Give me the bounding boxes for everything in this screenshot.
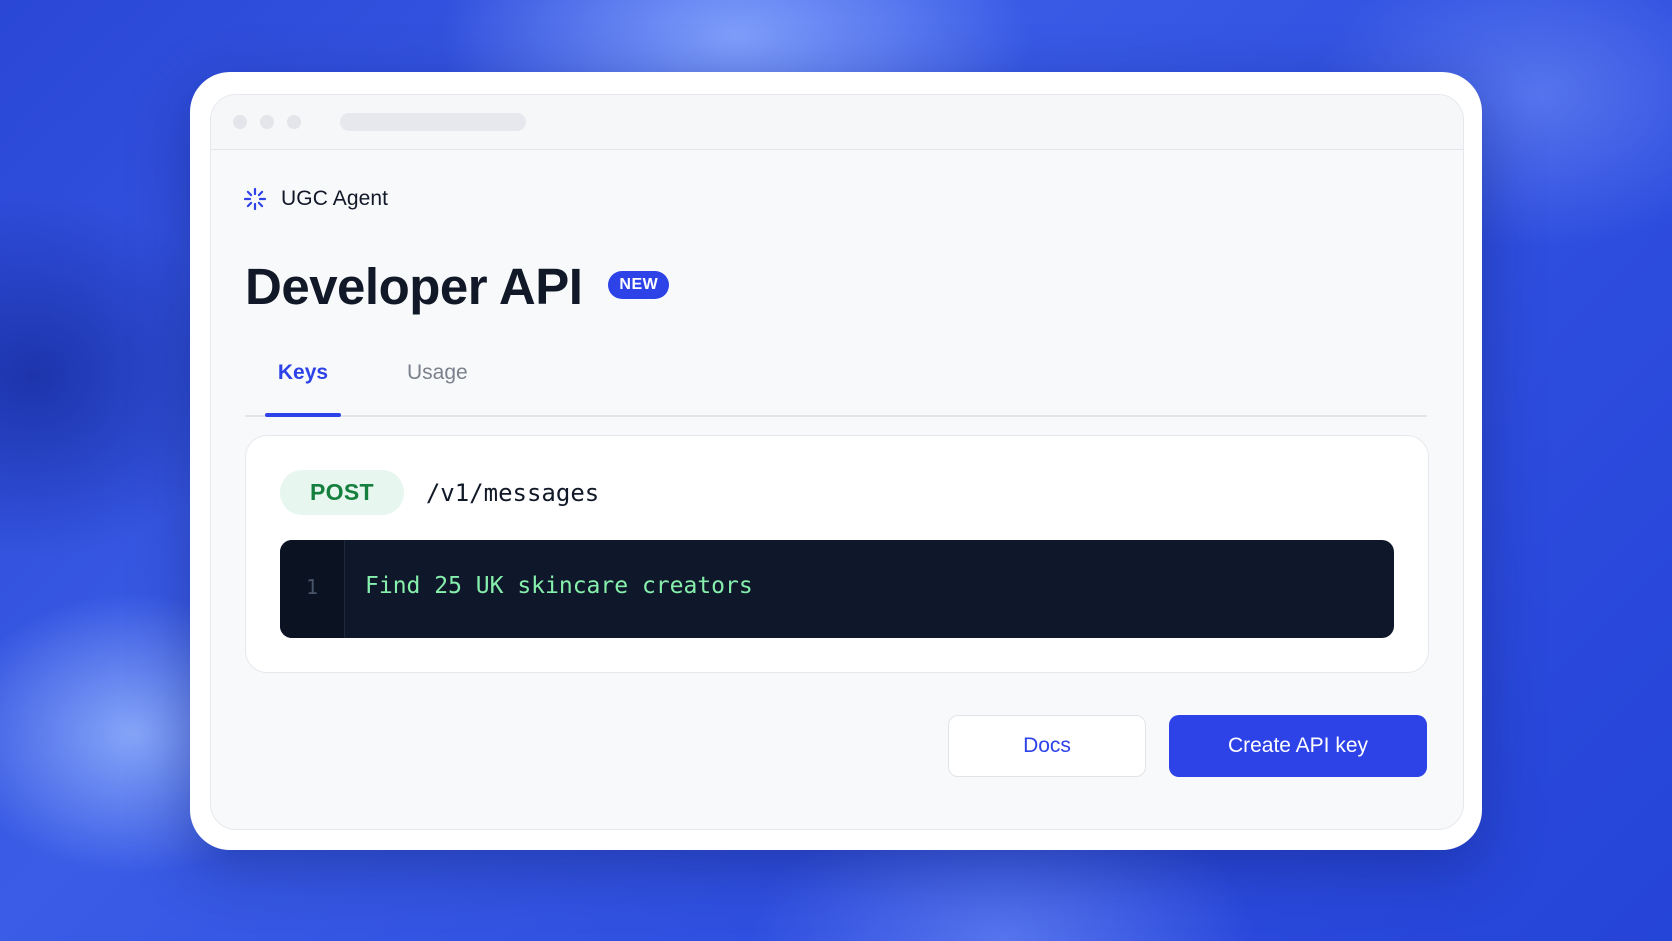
endpoint-header: POST /v1/messages <box>280 470 599 515</box>
window-maximize-dot[interactable] <box>287 115 301 129</box>
page-title: Developer API <box>245 258 583 315</box>
brand-name: UGC Agent <box>281 187 389 210</box>
endpoint-card: POST /v1/messages 1 Find 25 UK skincare … <box>245 435 1429 673</box>
http-method-badge: POST <box>280 470 404 515</box>
new-badge: NEW <box>608 270 670 299</box>
browser-window: UGC Agent Developer API NEW Keys Usage P… <box>210 94 1464 830</box>
window-close-dot[interactable] <box>233 115 247 129</box>
window-titlebar <box>211 95 1463 150</box>
docs-button[interactable]: Docs <box>948 715 1146 777</box>
code-line[interactable]: Find 25 UK skincare creators <box>365 573 753 599</box>
tab-usage[interactable]: Usage <box>407 361 468 385</box>
tab-keys[interactable]: Keys <box>265 361 341 417</box>
brand: UGC Agent <box>243 187 388 211</box>
line-gutter: 1 <box>280 540 345 638</box>
app-frame: UGC Agent Developer API NEW Keys Usage P… <box>190 72 1482 850</box>
endpoint-path: /v1/messages <box>425 478 600 507</box>
address-bar[interactable] <box>340 113 526 131</box>
code-editor[interactable]: 1 Find 25 UK skincare creators <box>280 540 1394 638</box>
line-number: 1 <box>305 575 319 599</box>
tab-bar: Keys Usage <box>245 349 1427 417</box>
sparkle-burst-icon <box>243 187 267 211</box>
page-header: Developer API NEW <box>245 257 670 316</box>
window-minimize-dot[interactable] <box>260 115 274 129</box>
create-api-key-button[interactable]: Create API key <box>1169 715 1427 777</box>
